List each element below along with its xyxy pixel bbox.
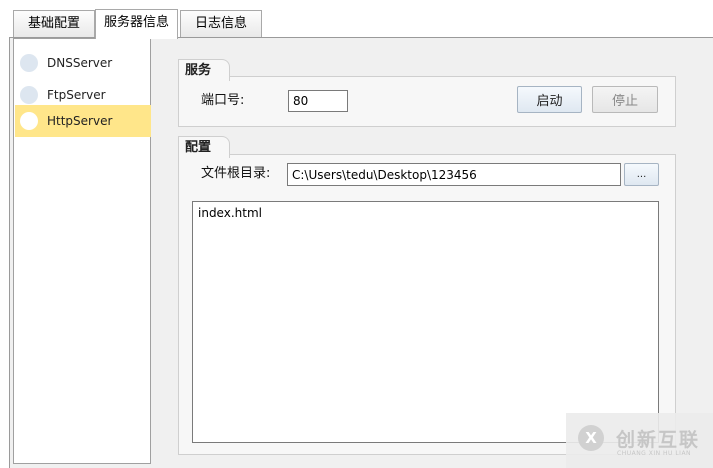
circle-icon [20,86,38,104]
config-group-title: 配置 [178,136,230,158]
logo-icon: X [578,425,604,451]
tab-server-info[interactable]: 服务器信息 [95,9,178,39]
port-input[interactable] [288,90,348,112]
list-item-httpserver[interactable]: HttpServer [15,105,151,137]
list-item-dnsserver[interactable]: DNSServer [15,47,151,79]
stop-button[interactable]: 停止 [592,86,658,113]
list-item-label: HttpServer [47,114,113,128]
circle-icon [20,112,38,130]
list-item-label: DNSServer [47,56,113,70]
circle-icon [20,54,38,72]
root-dir-label: 文件根目录: [201,166,271,181]
list-item[interactable]: index.html [198,204,262,222]
tab-log-info[interactable]: 日志信息 [180,10,262,37]
watermark-text: 创新互联 [616,429,701,451]
tab-basic-config[interactable]: 基础配置 [13,10,95,37]
port-label: 端口号: [201,93,245,108]
browse-button[interactable]: ... [624,163,659,186]
tab-bar: 基础配置 服务器信息 日志信息 [0,0,713,39]
start-button[interactable]: 启动 [517,86,582,113]
watermark-subtext: CHUANG XIN HU LIAN [617,450,692,457]
server-list[interactable]: DNSServer FtpServer HttpServer [13,38,151,464]
service-group-title: 服务 [178,59,230,81]
file-list[interactable]: index.html [192,201,659,443]
watermark: X 创新互联 CHUANG XIN HU LIAN [566,413,713,468]
root-dir-input[interactable] [287,163,621,186]
